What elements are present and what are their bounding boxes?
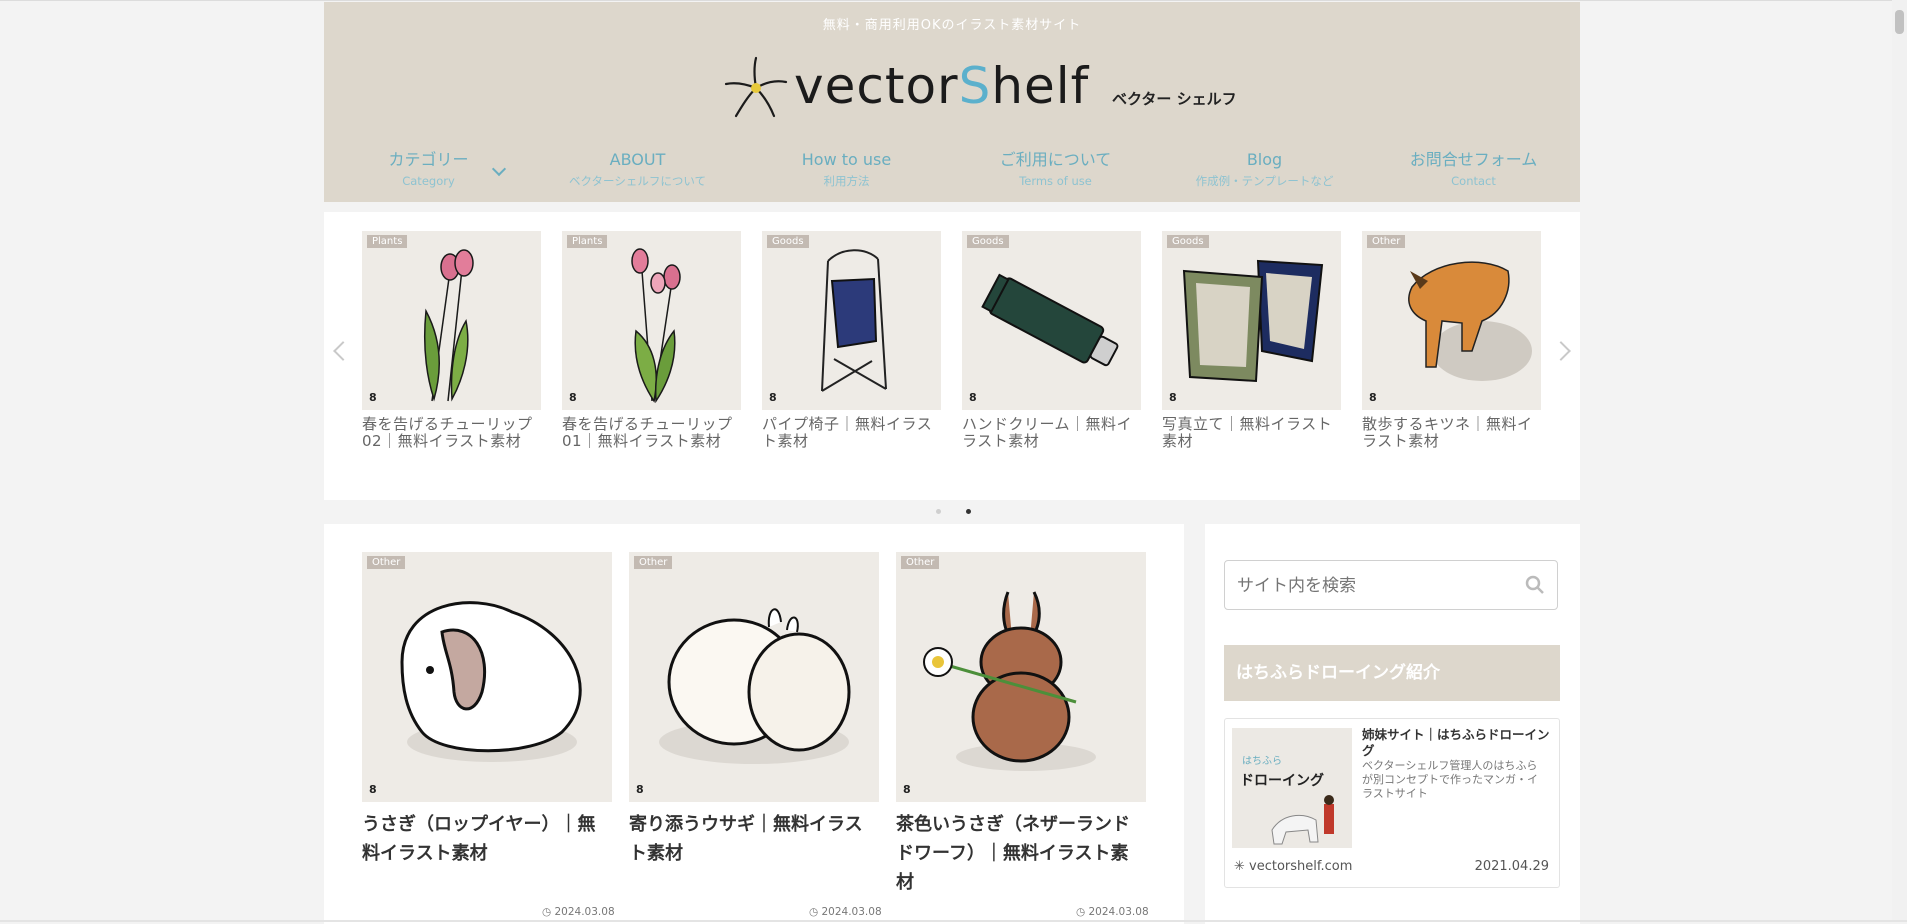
- sister-site-description: ベクターシェルフ管理人のはちふらが別コンセプトで作ったマンガ・イラストサイト: [1362, 759, 1538, 800]
- sister-site-title: 姉妹サイト｜はちふらドローイング: [1362, 727, 1550, 758]
- post-date: ◷ 2024.03.08: [1076, 906, 1149, 918]
- thumb-mark: 8: [903, 783, 911, 796]
- nav-item-category[interactable]: カテゴリー Category: [324, 150, 533, 189]
- folding-chair-illustration-icon: [821, 249, 887, 392]
- star-logo-icon: ✳: [1234, 859, 1250, 874]
- pagination-dot[interactable]: [936, 509, 941, 514]
- category-badge: Goods: [1167, 235, 1209, 248]
- site-header: 無料・商用利用OKのイラスト素材サイト vectorShelf ベクター シェル…: [324, 2, 1580, 202]
- sidebar: はちふらドローイング紹介 はちふら ドローイング 姉妹サイト｜はちふらドローイン…: [1205, 524, 1580, 924]
- thumb-mark: 8: [1169, 391, 1177, 404]
- tulip-illustration-icon: [423, 249, 474, 402]
- carousel-prev-icon[interactable]: [333, 341, 353, 361]
- pagination-dot-active[interactable]: [966, 509, 971, 514]
- post-title: 茶色いうさぎ（ネザーランドドワーフ）｜無料イラスト素材: [896, 814, 1130, 893]
- thumb-mark: 8: [569, 391, 577, 404]
- thumb-mark: 8: [636, 783, 644, 796]
- rabbits-cuddling-illustration-icon: [659, 608, 851, 764]
- search-input[interactable]: [1235, 571, 1509, 601]
- post-card[interactable]: Other 8 うさぎ（ロップイヤー）｜無料イラスト素材: [362, 552, 612, 868]
- carousel-item[interactable]: Plants 8 春を告げるチューリップ01｜無料イラスト素材: [562, 231, 741, 450]
- widget-title: はちふらドローイング紹介: [1224, 645, 1560, 701]
- carousel-thumbnail: Goods 8: [1162, 231, 1341, 410]
- carousel-item[interactable]: Goods 8 パイプ椅子｜無料イラスト素材: [762, 231, 941, 450]
- carousel-item[interactable]: Other 8 散歩するキツネ｜無料イラスト素材: [1362, 231, 1541, 450]
- logo-wordmark: vectorShelf: [794, 57, 1090, 115]
- sister-site-thumbnail: はちふら ドローイング: [1232, 728, 1352, 848]
- top-border: [0, 0, 1907, 1]
- girl-and-wolf-illustration-icon: [1271, 795, 1334, 845]
- post-title: うさぎ（ロップイヤー）｜無料イラスト素材: [362, 814, 596, 864]
- category-badge: Other: [1367, 235, 1406, 248]
- scrollbar-thumb[interactable]: [1895, 10, 1904, 34]
- carousel-item-title: ハンドクリーム｜無料イラスト素材: [962, 415, 1133, 450]
- fox-illustration-icon: [1408, 261, 1532, 381]
- carousel-item-title: 散歩するキツネ｜無料イラスト素材: [1362, 415, 1533, 450]
- thumb-mark: 8: [769, 391, 777, 404]
- nav-item-blog[interactable]: Blog 作成例・テンプレートなど: [1160, 150, 1369, 189]
- nav-item-terms[interactable]: ご利用について Terms of use: [951, 150, 1160, 189]
- category-badge: Plants: [367, 235, 408, 248]
- carousel-item[interactable]: Goods 8 ハンドクリーム｜無料イラスト素材: [962, 231, 1141, 450]
- carousel-item[interactable]: Plants 8 春を告げるチューリップ02｜無料イラスト素材: [362, 231, 541, 450]
- thumb-mark: 8: [369, 783, 377, 796]
- site-logo[interactable]: vectorShelf ベクター シェルフ: [724, 54, 1237, 120]
- carousel-item-title: 写真立て｜無料イラスト素材: [1162, 415, 1333, 450]
- post-title: 寄り添うウサギ｜無料イラスト素材: [629, 814, 863, 864]
- nav-item-about[interactable]: ABOUT ベクターシェルフについて: [533, 150, 742, 189]
- hand-cream-tube-illustration-icon: [981, 273, 1119, 367]
- carousel-thumbnail: Plants 8: [362, 231, 541, 410]
- carousel-thumbnail: Goods 8: [962, 231, 1141, 410]
- thumb-mark: 8: [969, 391, 977, 404]
- post-list: Other 8 うさぎ（ロップイヤー）｜無料イラスト素材 Other 8 寄り添…: [324, 524, 1184, 924]
- category-badge: Plants: [567, 235, 608, 248]
- carousel-item[interactable]: Goods 8 写真立て｜無料イラスト素材: [1162, 231, 1341, 450]
- global-nav: カテゴリー Category ABOUT ベクターシェルフについて How to…: [324, 150, 1580, 192]
- carousel-item-title: 春を告げるチューリップ02｜無料イラスト素材: [362, 415, 533, 450]
- clock-icon: ◷: [1076, 906, 1089, 918]
- flower-logo-icon: [724, 56, 788, 118]
- sister-site-date: 2021.04.29: [1474, 859, 1549, 874]
- carousel-thumbnail: Other 8: [1362, 231, 1541, 410]
- post-thumbnail: Other 8: [896, 552, 1146, 802]
- carousel-pagination: [931, 509, 1001, 519]
- category-badge: Other: [367, 556, 406, 569]
- category-badge: Goods: [967, 235, 1009, 248]
- category-badge: Other: [901, 556, 940, 569]
- site-search: [1224, 560, 1558, 610]
- nav-item-how-to-use[interactable]: How to use 利用方法: [742, 150, 951, 189]
- brown-rabbit-illustration-icon: [923, 591, 1096, 771]
- post-date: ◷ 2024.03.08: [542, 906, 615, 918]
- clock-icon: ◷: [809, 906, 822, 918]
- photo-frame-illustration-icon: [1182, 259, 1324, 383]
- tulip-illustration-icon: [631, 248, 681, 404]
- logo-kana: ベクター シェルフ: [1112, 90, 1237, 108]
- category-badge: Other: [634, 556, 673, 569]
- lop-rabbit-illustration-icon: [400, 601, 582, 762]
- post-card[interactable]: Other 8 寄り添うウサギ｜無料イラスト素材: [629, 552, 879, 868]
- post-thumbnail: Other 8: [629, 552, 879, 802]
- featured-carousel: Plants 8 春を告げるチューリップ02｜無料イラスト素材 Plants 8…: [324, 212, 1580, 500]
- sister-site-domain: ✳ vectorshelf.com: [1234, 859, 1353, 874]
- carousel-item-title: 春を告げるチューリップ01｜無料イラスト素材: [562, 415, 733, 450]
- site-tagline: 無料・商用利用OKのイラスト素材サイト: [822, 18, 1082, 33]
- post-date: ◷ 2024.03.08: [809, 906, 882, 918]
- post-thumbnail: Other 8: [362, 552, 612, 802]
- category-badge: Goods: [767, 235, 809, 248]
- clock-icon: ◷: [542, 906, 555, 918]
- thumb-mark: 8: [1369, 391, 1377, 404]
- search-icon[interactable]: [1525, 575, 1545, 595]
- carousel-thumbnail: Plants 8: [562, 231, 741, 410]
- sister-site-card[interactable]: はちふら ドローイング 姉妹サイト｜はちふらドローイング ベクターシェルフ管理人…: [1224, 718, 1560, 888]
- post-card[interactable]: Other 8 茶色いうさぎ（ネザーランドドワーフ）｜無料イラスト素材: [896, 552, 1146, 897]
- thumb-mark: 8: [369, 391, 377, 404]
- page-scrollbar[interactable]: [1892, 0, 1907, 922]
- nav-item-contact[interactable]: お問合せフォーム Contact: [1369, 150, 1578, 189]
- carousel-next-icon[interactable]: [1551, 341, 1571, 361]
- carousel-thumbnail: Goods 8: [762, 231, 941, 410]
- carousel-item-title: パイプ椅子｜無料イラスト素材: [762, 415, 933, 450]
